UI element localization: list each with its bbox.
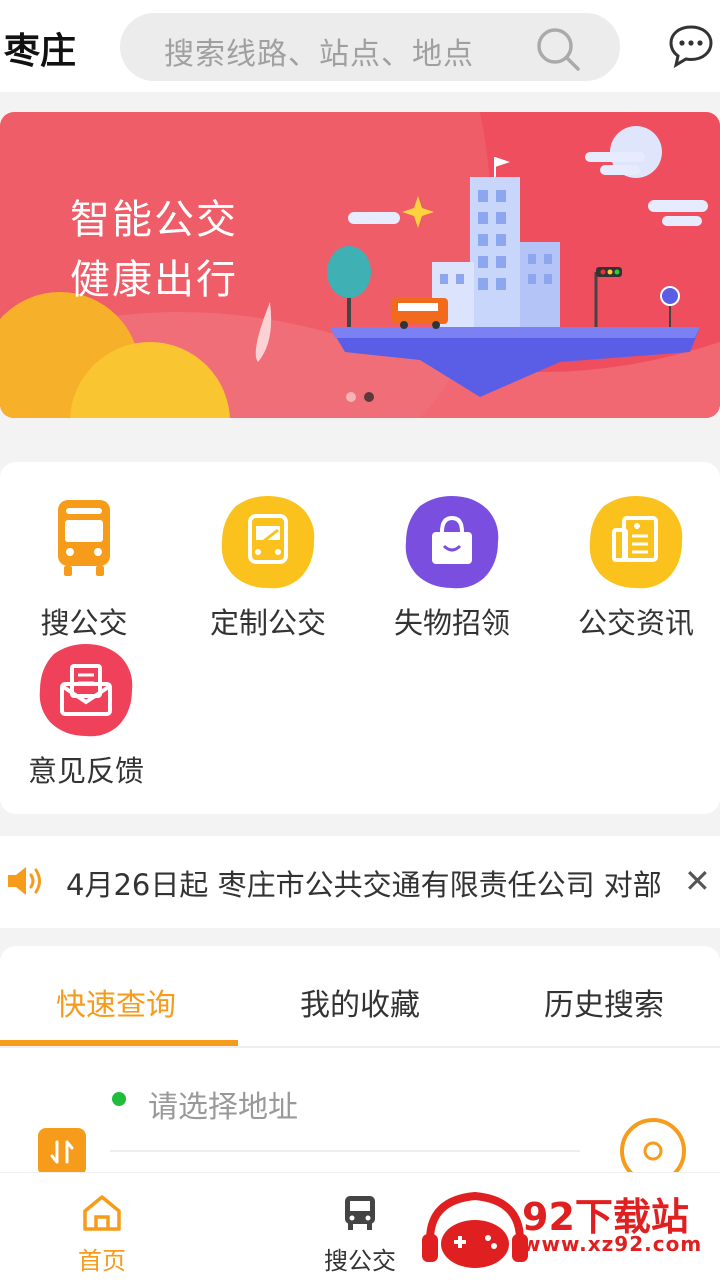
menu-label: 公交资讯	[577, 606, 694, 640]
service-menu: 搜公交 定制公交 失物招领 公交资讯 意见反馈	[0, 462, 720, 814]
app-header: 枣庄 搜索线路、站点、地点	[0, 0, 720, 92]
banner-slogan-line1: 智能公交	[70, 197, 238, 243]
tab-favorites[interactable]: 我的收藏	[300, 980, 420, 1024]
bus-icon	[345, 1196, 375, 1230]
menu-label: 搜公交	[40, 606, 128, 640]
search-placeholder: 搜索线路、站点、地点	[164, 37, 474, 72]
bus-icon	[36, 494, 132, 590]
menu-item-search-bus[interactable]: 搜公交	[0, 494, 174, 642]
search-bar[interactable]: 搜索线路、站点、地点	[120, 13, 620, 81]
address-divider	[110, 1150, 580, 1152]
city-selector[interactable]: 枣庄	[4, 22, 76, 74]
banner-slogan-line2: 健康出行	[70, 257, 238, 303]
menu-item-custom-bus[interactable]: 定制公交	[178, 494, 358, 642]
tab-quick-query[interactable]: 快速查询	[56, 980, 176, 1024]
menu-label: 意见反馈	[27, 754, 144, 788]
nav-home-label: 首页	[78, 1247, 126, 1275]
carousel-dot[interactable]	[346, 392, 356, 402]
watermark-logo	[422, 1191, 528, 1268]
feedback-mail-icon	[38, 642, 134, 738]
carousel-dot-active[interactable]	[364, 392, 374, 402]
tab-divider	[0, 1046, 720, 1048]
search-icon[interactable]	[536, 27, 580, 71]
menu-item-bus-news[interactable]: 公交资讯	[546, 494, 720, 642]
address-input[interactable]: 请选择地址	[148, 1082, 298, 1126]
carousel-indicator	[346, 392, 374, 402]
menu-item-feedback[interactable]: 意见反馈	[0, 642, 176, 790]
tab-history[interactable]: 历史搜索	[544, 980, 664, 1024]
message-icon[interactable]	[668, 24, 714, 69]
swap-button[interactable]	[38, 1128, 86, 1176]
start-point-dot	[112, 1092, 126, 1106]
swap-icon	[50, 1140, 74, 1164]
news-icon	[588, 494, 684, 590]
watermark-url: www.xz92.com	[522, 1232, 703, 1256]
speaker-icon	[6, 864, 46, 902]
banner-slogan: 智能公交 健康出行	[70, 190, 238, 310]
notice-text: 4月26日起 枣庄市公共交通有限责任公司 对部	[66, 868, 662, 902]
menu-label: 失物招领	[393, 606, 510, 640]
notice-bar[interactable]: 4月26日起 枣庄市公共交通有限责任公司 对部 ✕	[0, 836, 720, 928]
home-icon	[83, 1195, 121, 1231]
menu-item-lost-found[interactable]: 失物招领	[362, 494, 542, 642]
watermark: 92下载站 www.xz92.com	[400, 1180, 720, 1280]
custom-bus-icon	[220, 494, 316, 590]
menu-label: 定制公交	[209, 606, 326, 640]
promo-banner[interactable]: 智能公交 健康出行	[0, 112, 720, 418]
close-icon[interactable]: ✕	[684, 862, 711, 900]
nav-home[interactable]: 首页	[32, 1193, 172, 1276]
lost-found-bag-icon	[404, 494, 500, 590]
